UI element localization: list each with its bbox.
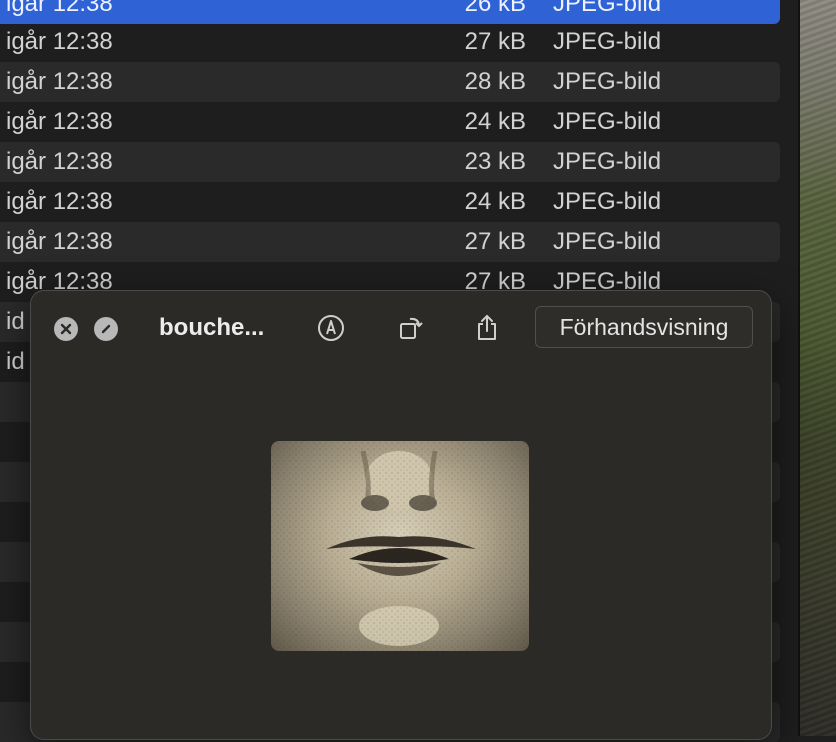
file-kind: JPEG-bild [553,28,662,55]
file-date: igår 12:38 [6,68,113,95]
file-kind: JPEG-bild [553,68,662,95]
file-date: id [6,308,25,335]
file-size: 24 kB [464,108,526,135]
file-row[interactable]: igår 12:38 23 kB JPEG-bild [0,142,780,182]
file-row[interactable]: igår 12:38 26 kB JPEG-bild [0,0,780,24]
close-icon[interactable] [54,317,78,341]
file-size: 27 kB [464,228,526,255]
open-with-preview-button[interactable]: Förhandsvisning [535,306,753,348]
quick-look-title: bouche... [159,314,265,341]
file-date: igår 12:38 [6,108,113,135]
file-kind: JPEG-bild [553,108,662,135]
file-kind: JPEG-bild [553,228,662,255]
fullscreen-icon[interactable] [94,317,118,341]
file-size: 28 kB [464,68,526,95]
file-kind: JPEG-bild [553,148,662,175]
rotate-icon[interactable] [394,311,428,345]
file-size: 23 kB [464,148,526,175]
file-row[interactable]: igår 12:38 24 kB JPEG-bild [0,102,780,142]
file-row[interactable]: igår 12:38 28 kB JPEG-bild [0,62,780,102]
file-row[interactable]: igår 12:38 27 kB JPEG-bild [0,22,780,62]
file-date: igår 12:38 [6,28,113,55]
file-size: 27 kB [464,28,526,55]
share-icon[interactable] [470,311,504,345]
file-row[interactable]: igår 12:38 27 kB JPEG-bild [0,222,780,262]
image-preview [271,441,529,651]
file-date: id [6,348,25,375]
file-date: igår 12:38 [6,188,113,215]
markup-icon[interactable] [314,311,348,345]
file-date: igår 12:38 [6,0,113,17]
file-date: igår 12:38 [6,228,113,255]
file-size: 26 kB [464,0,526,17]
file-size: 24 kB [464,188,526,215]
file-kind: JPEG-bild [553,188,662,215]
file-kind: JPEG-bild [553,0,662,17]
desktop-wallpaper [800,0,836,736]
file-row[interactable]: igår 12:38 24 kB JPEG-bild [0,182,780,222]
quick-look-panel: bouche... Förhandsvisning [30,290,772,740]
file-date: igår 12:38 [6,148,113,175]
